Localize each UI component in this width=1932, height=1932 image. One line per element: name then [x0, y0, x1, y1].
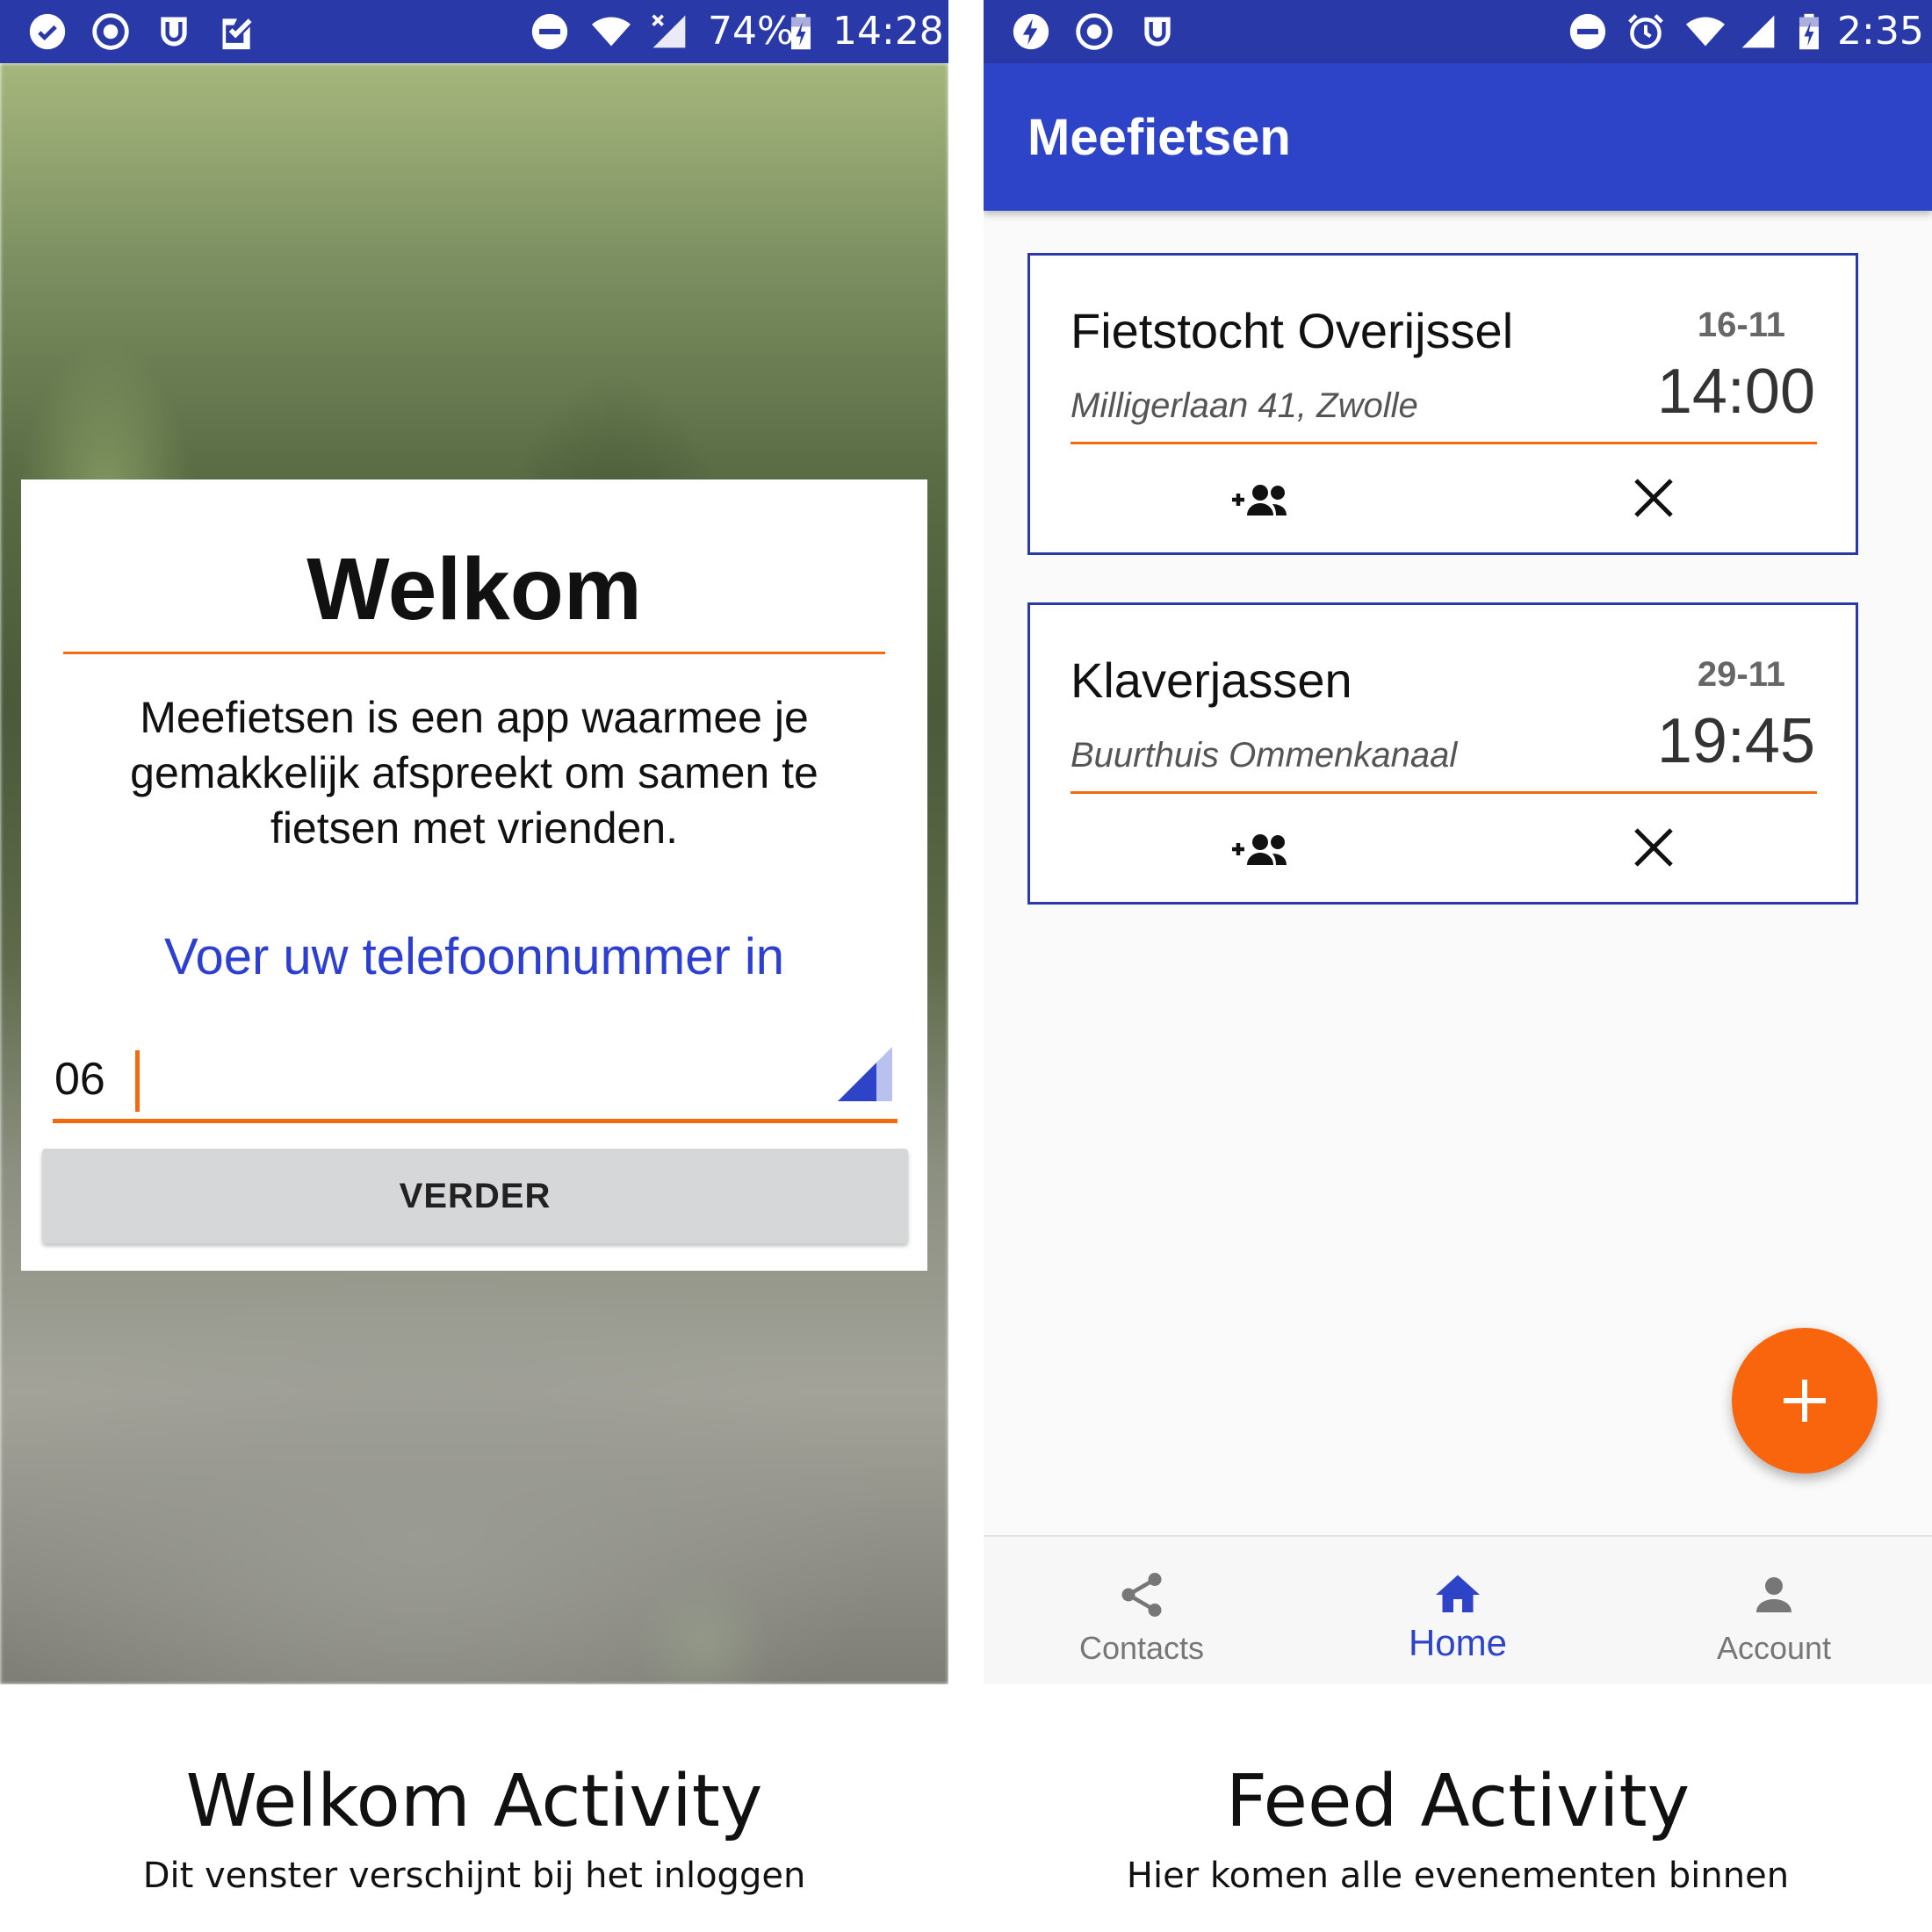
divider	[1071, 442, 1817, 444]
record-icon	[1075, 12, 1114, 51]
nav-item-contacts[interactable]: Contacts	[984, 1537, 1300, 1684]
event-name: Klaverjassen	[1071, 652, 1352, 708]
nav-label: Account	[1716, 1630, 1832, 1666]
status-bar: 2:35	[984, 0, 1932, 63]
feed-caption-title: Feed Activity	[1225, 1760, 1690, 1843]
event-location: Buurthuis Ommenkanaal	[1071, 736, 1458, 775]
text-cursor	[135, 1050, 140, 1112]
close-icon[interactable]	[1627, 821, 1680, 874]
wifi-icon	[592, 12, 631, 51]
event-date: 16-11	[1697, 306, 1785, 344]
check-circle-icon	[28, 12, 67, 51]
signal-corner-icon	[838, 1047, 892, 1101]
clock: 14:28	[833, 9, 944, 54]
clock: 2:35	[1837, 9, 1924, 54]
battery-charging-icon	[782, 12, 820, 51]
divider	[63, 652, 885, 654]
app-title: Meefietsen	[1027, 109, 1291, 166]
record-icon	[91, 12, 130, 51]
bottom-navigation: Contacts Home Account	[984, 1535, 1932, 1684]
home-icon	[1436, 1575, 1480, 1612]
shield-app-icon	[1138, 12, 1177, 51]
do-not-disturb-icon	[1568, 12, 1607, 51]
nav-item-home[interactable]: Home	[1300, 1537, 1616, 1684]
add-group-icon[interactable]	[1229, 473, 1299, 526]
shield-app-icon	[155, 12, 193, 51]
app-bar: Meefietsen	[984, 63, 1932, 211]
event-card[interactable]: Klaverjassen Buurthuis Ommenkanaal 29-11…	[1027, 602, 1858, 905]
feed-screen: 2:35 Meefietsen Fietstocht Overijssel Mi…	[984, 0, 1932, 1684]
status-bar: 74% 14:28	[0, 0, 948, 63]
welkom-caption-title: Welkom Activity	[185, 1760, 763, 1843]
close-icon[interactable]	[1627, 472, 1680, 524]
welcome-card: Welkom Meefietsen is een app waarmee je …	[21, 479, 927, 1271]
add-group-icon[interactable]	[1229, 823, 1299, 876]
wifi-icon	[1686, 12, 1725, 51]
event-location: Milligerlaan 41, Zwolle	[1071, 386, 1418, 425]
nav-label: Home	[1408, 1622, 1508, 1663]
add-event-button[interactable]	[1732, 1328, 1878, 1474]
welkom-screen: 74% 14:28 Welkom Meefietsen is een app w…	[0, 0, 948, 1684]
person-icon	[1756, 1577, 1791, 1612]
feed-caption-subtitle: Hier komen alle evenementen binnen	[1126, 1856, 1790, 1896]
event-time: 14:00	[1656, 357, 1815, 427]
app-description: Meefietsen is een app waarmee je gemakke…	[130, 693, 818, 853]
divider	[1071, 791, 1817, 794]
welkom-caption-subtitle: Dit venster verschijnt bij het inloggen	[142, 1856, 806, 1896]
nav-label: Contacts	[1078, 1630, 1205, 1666]
battery-charging-icon	[1790, 12, 1828, 51]
page-title: Welkom	[306, 540, 642, 638]
cell-signal-icon	[1739, 12, 1777, 51]
phone-prompt-label: Voer uw telefoonnummer in	[163, 928, 785, 985]
flash-circle-icon	[1012, 12, 1050, 51]
nav-item-account[interactable]: Account	[1616, 1537, 1932, 1684]
phone-number-value: 06	[54, 1054, 105, 1105]
cell-signal-off-icon	[650, 12, 688, 51]
continue-button[interactable]: VERDER	[42, 1149, 908, 1244]
event-name: Fietstocht Overijssel	[1071, 303, 1514, 358]
alarm-icon	[1626, 12, 1665, 51]
plus-icon	[1784, 1380, 1826, 1422]
share-icon	[1121, 1573, 1162, 1617]
event-date: 29-11	[1697, 655, 1785, 694]
event-card[interactable]: Fietstocht Overijssel Milligerlaan 41, Z…	[1027, 253, 1858, 555]
phone-number-field[interactable]: 06	[53, 1038, 898, 1123]
task-check-icon	[218, 12, 256, 51]
event-time: 19:45	[1656, 706, 1815, 776]
do-not-disturb-icon	[530, 12, 569, 51]
